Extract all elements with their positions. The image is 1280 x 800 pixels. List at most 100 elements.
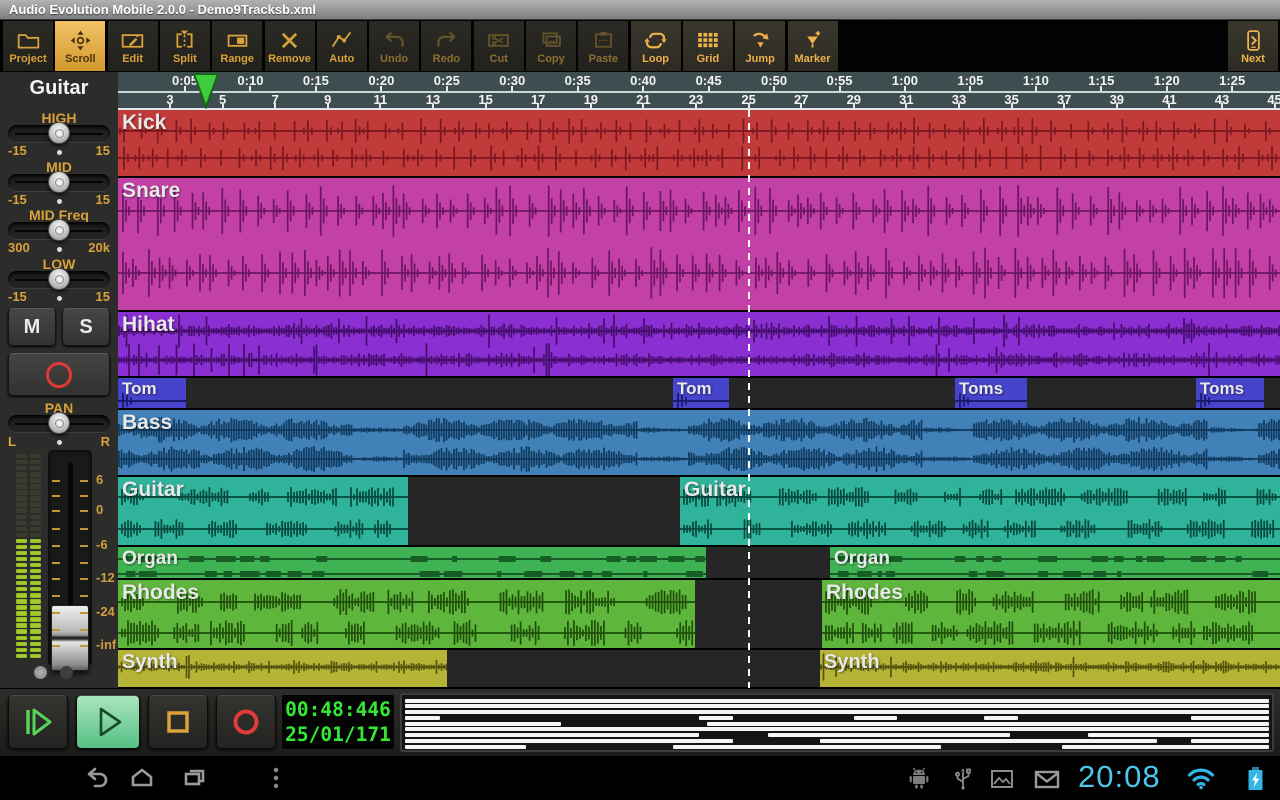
- scroll-button[interactable]: Scroll: [55, 21, 105, 71]
- audio-clip-organ-2[interactable]: Organ: [830, 547, 1280, 578]
- playback-start-marker[interactable]: [193, 73, 219, 114]
- pan-knob[interactable]: [48, 412, 70, 434]
- eq-0-slider[interactable]: [8, 125, 110, 142]
- edit-button[interactable]: Edit: [108, 21, 158, 71]
- remove-button[interactable]: Remove: [265, 21, 315, 71]
- track-lane-hihat[interactable]: Hihat: [118, 312, 1280, 376]
- fader-tick: [80, 645, 88, 647]
- project-button[interactable]: Project: [3, 21, 53, 71]
- track-lane-tom[interactable]: Tom Tom Toms Toms: [118, 378, 1280, 408]
- meter-led: [30, 502, 41, 506]
- meter-led: [30, 587, 41, 591]
- loop-button[interactable]: Loop: [631, 21, 681, 71]
- eq-3-knob[interactable]: [48, 268, 70, 290]
- play-button[interactable]: [76, 695, 140, 749]
- audio-clip-rhodes-2[interactable]: Rhodes: [822, 580, 1280, 648]
- track-lane-synth[interactable]: Synth Synth: [118, 650, 1280, 687]
- usb-icon: [950, 765, 976, 791]
- split-button[interactable]: Split: [160, 21, 210, 71]
- clip-label: Bass: [122, 411, 172, 435]
- range-button[interactable]: Range: [212, 21, 262, 71]
- track-lane-organ[interactable]: Organ Organ: [118, 547, 1280, 578]
- redo-button[interactable]: Redo: [421, 21, 471, 71]
- audio-clip-synth-2[interactable]: Synth: [820, 650, 1280, 687]
- audio-clip-guitar-2[interactable]: Guitar: [680, 477, 1280, 545]
- time-ruler[interactable]: 0:050:100:150:200:250:300:350:400:450:50…: [118, 72, 1280, 93]
- solo-button[interactable]: S: [62, 308, 110, 346]
- time-display[interactable]: 00:48:446 25/01/171: [282, 695, 394, 749]
- android-back-button[interactable]: [82, 764, 110, 797]
- play-from-start-button[interactable]: [8, 695, 68, 749]
- audio-clip-toms-3[interactable]: Toms: [955, 378, 1027, 408]
- ruler-tick: [839, 86, 841, 91]
- auto-button[interactable]: Auto: [317, 21, 367, 71]
- cut-button[interactable]: Cut: [474, 21, 524, 71]
- button-label: Loop: [642, 53, 669, 65]
- next-button[interactable]: Next: [1228, 21, 1278, 71]
- track-lane-bass[interactable]: Bass: [118, 410, 1280, 475]
- paste-button[interactable]: Paste: [578, 21, 628, 71]
- app-screen: Audio Evolution Mobile 2.0.0 - Demo9Trac…: [0, 0, 1280, 800]
- stop-button[interactable]: [148, 695, 208, 749]
- grid-button[interactable]: Grid: [683, 21, 733, 71]
- android-recents-button[interactable]: [180, 764, 208, 797]
- meter-led: [30, 581, 41, 585]
- eq-3-slider[interactable]: [8, 271, 110, 288]
- bar-ruler[interactable]: 3579111315171921232527293133353739414345: [118, 93, 1280, 110]
- ruler-tick: [642, 103, 644, 108]
- fader-tick: [52, 545, 60, 547]
- ruler-tick: [380, 86, 382, 91]
- audio-clip-tom-1[interactable]: Tom: [118, 378, 186, 408]
- audio-clip-organ-1[interactable]: Organ: [118, 547, 706, 578]
- android-menu-button[interactable]: [272, 767, 280, 796]
- eq-2-knob[interactable]: [48, 219, 70, 241]
- panel-page-dot-2[interactable]: [60, 666, 73, 679]
- audio-clip-tom-2[interactable]: Tom: [673, 378, 729, 408]
- green-triangle-marker-icon: [193, 73, 219, 109]
- song-overview[interactable]: [400, 693, 1274, 752]
- jump-button[interactable]: Jump: [735, 21, 785, 71]
- meter-led: [30, 496, 41, 500]
- eq-2-slider[interactable]: [8, 222, 110, 239]
- track-lane-snare[interactable]: Snare: [118, 178, 1280, 310]
- ruler-tick: [1063, 103, 1065, 108]
- audio-clip-kick-1[interactable]: Kick: [118, 110, 1280, 176]
- audio-clip-toms-4[interactable]: Toms: [1196, 378, 1264, 408]
- audio-clip-rhodes-1[interactable]: Rhodes: [118, 580, 695, 648]
- button-label: Remove: [268, 53, 311, 65]
- track-lane-rhodes[interactable]: Rhodes Rhodes: [118, 580, 1280, 648]
- meter-led: [30, 654, 41, 658]
- eq-1-slider[interactable]: [8, 174, 110, 191]
- ruler-tick: [695, 103, 697, 108]
- track-lane-kick[interactable]: Kick: [118, 110, 1280, 176]
- audio-clip-snare-1[interactable]: Snare: [118, 178, 1280, 310]
- meter-led: [30, 575, 41, 579]
- audio-clip-guitar-1[interactable]: Guitar: [118, 477, 408, 545]
- meter-led: [16, 527, 27, 531]
- audio-clip-hihat-1[interactable]: Hihat: [118, 312, 1280, 376]
- mute-button[interactable]: M: [8, 308, 56, 346]
- fader-cap[interactable]: [51, 605, 89, 671]
- eq-0-knob[interactable]: [48, 122, 70, 144]
- record-button[interactable]: [216, 695, 276, 749]
- eq-1-knob[interactable]: [48, 171, 70, 193]
- overview-segment: [673, 745, 941, 749]
- track-lane-guitar[interactable]: Guitar Guitar: [118, 477, 1280, 545]
- meter-led: [30, 521, 41, 525]
- panel-page-dot-1[interactable]: [34, 666, 47, 679]
- arm-record-button[interactable]: [8, 353, 110, 396]
- undo-button[interactable]: Undo: [369, 21, 419, 71]
- pan-slider[interactable]: [8, 415, 110, 432]
- ruler-tick: [315, 86, 317, 91]
- button-label: Project: [9, 53, 46, 65]
- audio-clip-bass-1[interactable]: Bass: [118, 410, 1280, 475]
- waveform-icon: [680, 477, 1280, 545]
- marker-button[interactable]: Marker: [788, 21, 838, 71]
- android-home-button[interactable]: [128, 764, 156, 797]
- copy-button[interactable]: Copy: [526, 21, 576, 71]
- overview-segment: [405, 722, 561, 726]
- ruler-tick: [969, 86, 971, 91]
- meter-led: [30, 599, 41, 603]
- audio-clip-synth-1[interactable]: Synth: [118, 650, 447, 687]
- ruler-tick: [1166, 86, 1168, 91]
